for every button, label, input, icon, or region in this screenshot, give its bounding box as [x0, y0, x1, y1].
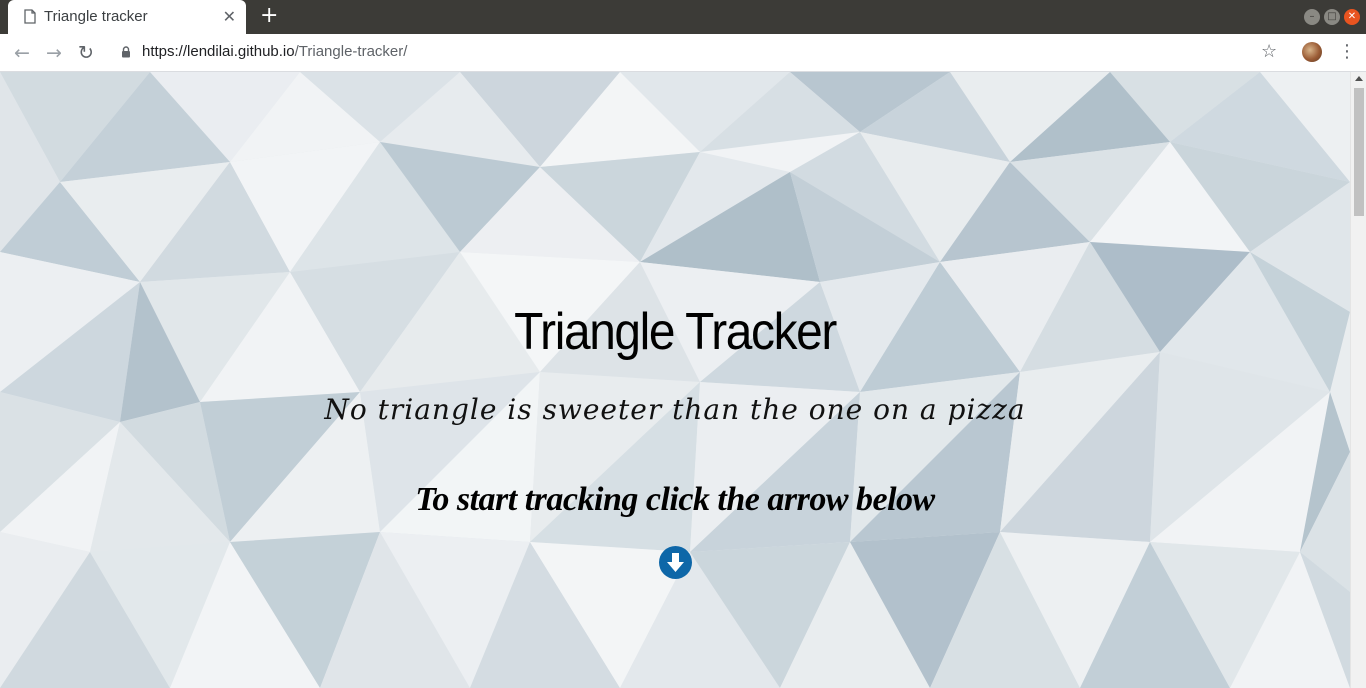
scroll-thumb[interactable]: [1354, 88, 1364, 216]
arrow-down-circle-icon: [667, 553, 684, 572]
page-viewport: Triangle Tracker No triangle is sweeter …: [0, 72, 1350, 688]
page-scrollbar[interactable]: [1350, 72, 1366, 688]
browser-toolbar: ← → ↻ https://lendilai.github.io/Triangl…: [0, 34, 1366, 72]
call-to-action-text: To start tracking click the arrow below: [415, 481, 935, 518]
low-poly-background: [0, 72, 1350, 688]
forward-button[interactable]: →: [42, 41, 66, 65]
address-bar[interactable]: https://lendilai.github.io/Triangle-trac…: [142, 43, 407, 60]
new-tab-button[interactable]: +: [260, 5, 278, 27]
tab-title: Triangle tracker: [44, 8, 148, 25]
page-title: Triangle Tracker: [514, 303, 837, 361]
tab-close-icon[interactable]: ✕: [223, 8, 236, 26]
start-tracking-button[interactable]: [659, 546, 692, 579]
url-path: /Triangle-tracker/: [294, 43, 408, 60]
url-host: lendilai.github.io: [187, 43, 295, 60]
browser-tab[interactable]: Triangle tracker ✕: [8, 0, 246, 34]
page-subtitle: No triangle is sweeter than the one on a…: [324, 393, 1026, 426]
url-scheme: https://: [142, 43, 188, 60]
scroll-up-arrow-icon[interactable]: [1355, 76, 1363, 81]
minimize-window-button[interactable]: –: [1304, 9, 1320, 25]
lock-icon[interactable]: [121, 46, 131, 58]
browser-tab-strip: Triangle tracker ✕ + – □ ✕: [0, 0, 1366, 34]
close-window-button[interactable]: ✕: [1344, 9, 1360, 25]
document-icon: [24, 9, 36, 24]
back-button[interactable]: ←: [10, 41, 34, 65]
bookmark-star-icon[interactable]: ☆: [1261, 41, 1277, 63]
maximize-window-button[interactable]: □: [1324, 9, 1340, 25]
window-controls: – □ ✕: [1304, 9, 1360, 25]
profile-avatar[interactable]: [1302, 42, 1322, 62]
reload-button[interactable]: ↻: [74, 41, 98, 65]
browser-menu-icon[interactable]: ⋮: [1338, 40, 1356, 64]
